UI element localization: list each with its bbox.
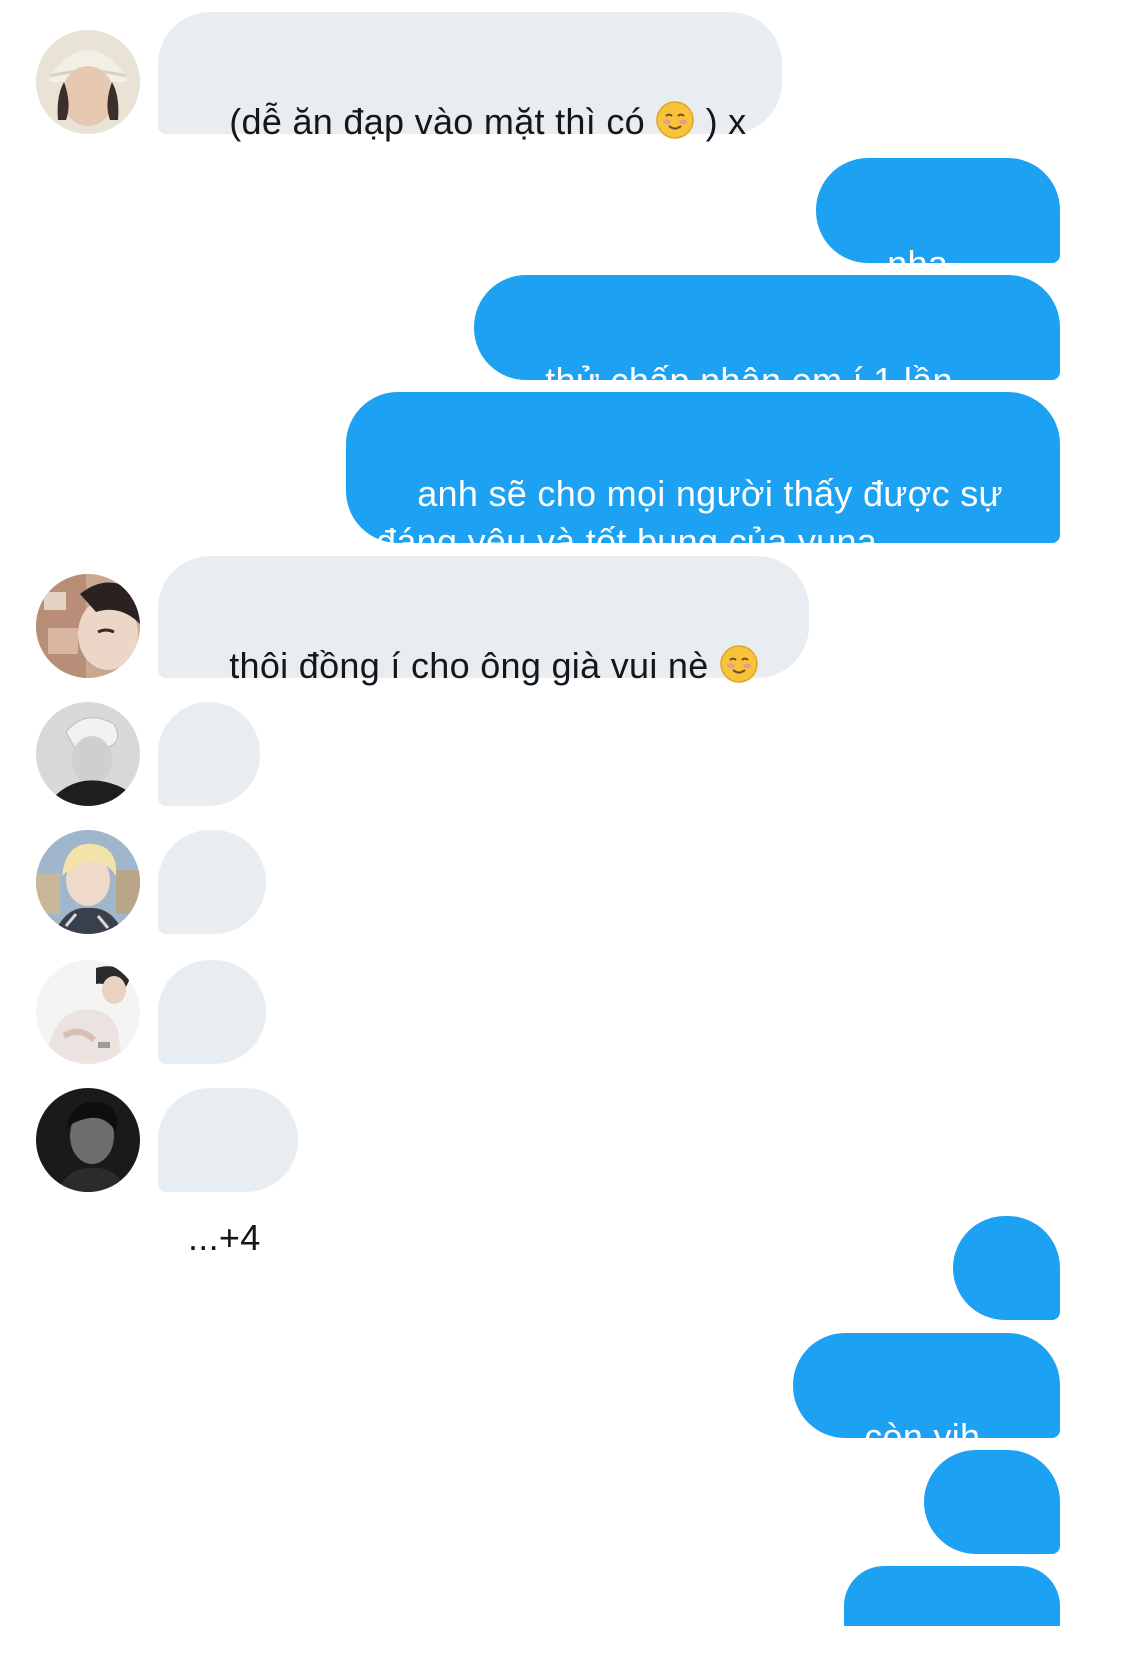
chat-thread: (dễ ăn đạp vào mặt thì có ) x nha nhaaa …: [0, 0, 1125, 1626]
message-bubble-outgoing[interactable]: nha nhaaa: [816, 158, 1060, 332]
avatar-white-shirt-icon[interactable]: [36, 960, 140, 1064]
smiling-blush-emoji-icon: [655, 100, 695, 140]
message-bubble-incoming[interactable]: thôi đồng í cho ông già vui nè: [158, 556, 809, 686]
message-bubble-incoming[interactable]: +3: [158, 960, 266, 1130]
message-bubble-outgoing[interactable]: thử chấp nhận em í 1 lần thuii: [474, 275, 1060, 449]
message-bubble-incoming[interactable]: ...+4: [158, 1088, 298, 1258]
avatar-beanie-icon[interactable]: [36, 30, 140, 134]
smiling-blush-emoji-icon: [719, 644, 759, 684]
message-bubble-outgoing[interactable]: đó: [953, 1216, 1060, 1388]
avatar-blonde-icon[interactable]: [36, 830, 140, 934]
message-text: (dễ ăn đạp vào mặt thì có: [229, 101, 656, 142]
message-bubble-outgoing-partial[interactable]: [844, 1566, 1060, 1626]
message-text: thôi đồng í cho ông già vui nè: [229, 645, 719, 686]
avatar-dark-icon[interactable]: [36, 1088, 140, 1192]
message-text-suffix: ) x: [695, 101, 747, 142]
message-bubble-incoming[interactable]: +2: [158, 830, 266, 1000]
message-bubble-outgoing[interactable]: nha: [924, 1450, 1060, 1622]
message-bubble-incoming[interactable]: (dễ ăn đạp vào mặt thì có ) x: [158, 12, 782, 142]
avatar-closeup-icon[interactable]: [36, 574, 140, 678]
message-bubble-incoming[interactable]: +1: [158, 702, 260, 872]
avatar-mono-icon[interactable]: [36, 702, 140, 806]
message-bubble-outgoing[interactable]: anh sẽ cho mọi người thấy được sự đáng y…: [346, 392, 1060, 562]
message-bubble-outgoing[interactable]: còn yjh thoi: [793, 1333, 1060, 1505]
message-text: anh sẽ cho mọi người thấy được sự đáng y…: [376, 473, 1003, 562]
message-text: ...+4: [188, 1217, 261, 1258]
